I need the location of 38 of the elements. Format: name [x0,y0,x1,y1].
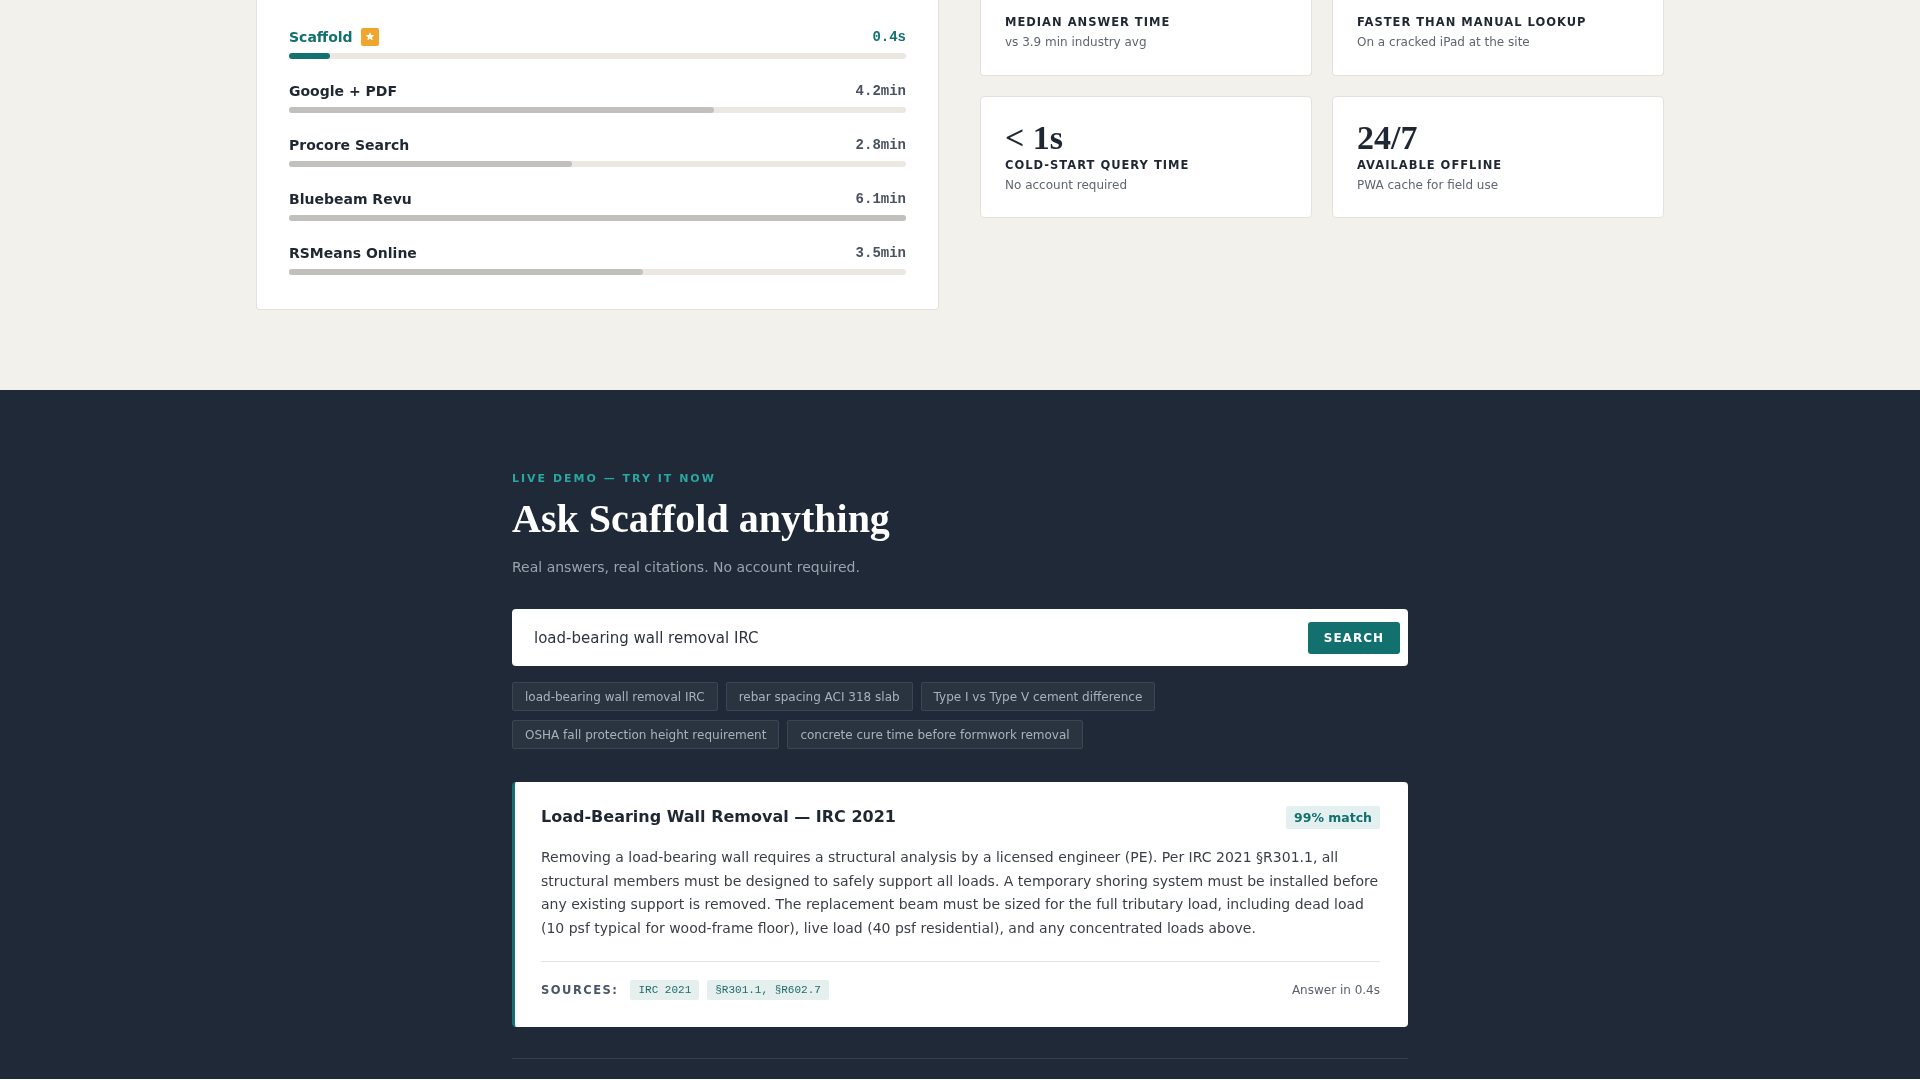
tool-name: Google + PDF [289,82,397,101]
source-tag: §R301.1, §R602.7 [707,980,829,1001]
stat-note: On a cracked iPad at the site [1357,34,1531,50]
section-title: Ask Scaffold anything [512,496,891,542]
stat-value: < 1s [1005,119,1065,157]
answer-timing: Answer in 0.4s [1291,983,1380,998]
tool-name: Procore Search [289,136,410,155]
suggestion-chip[interactable]: load-bearing wall removal IRC [512,682,718,711]
suggestion-chip[interactable]: rebar spacing ACI 318 slab [725,682,913,711]
match-badge: 99% match [1286,806,1380,829]
section-subtitle: Real answers, real citations. No account required. [512,558,861,577]
time-value: 2.8min [855,137,906,153]
suggestion-chip[interactable]: Type I vs Type V cement difference [920,682,1156,711]
answer-title: Load-Bearing Wall Removal — IRC 2021 [541,806,896,828]
time-value: 6.1min [855,191,906,207]
stat-label: COLD-START QUERY TIME [1005,157,1191,173]
search-button[interactable]: SEARCH [1307,621,1400,654]
stat-value: 24/7 [1357,119,1419,157]
source-tag: IRC 2021 [630,980,700,1001]
stat-note: No account required [1005,177,1129,193]
tool-name: Bluebeam Revu [289,190,412,209]
suggestion-chip[interactable]: OSHA fall protection height requirement [512,720,780,749]
sources-label: SOURCES: [541,983,619,998]
stat-note: PWA cache for field use [1357,177,1500,193]
stat-label: FASTER THAN MANUAL LOOKUP [1357,14,1588,30]
stat-label: MEDIAN ANSWER TIME [1005,14,1172,30]
search-field[interactable]: load-bearing wall removal IRC SEARCH [512,609,1408,666]
suggestion-chip[interactable]: concrete cure time before formwork removal [787,720,1083,749]
time-value: 3.5min [855,245,906,261]
stat-note: vs 3.9 min industry avg [1005,34,1148,50]
star-badge-icon [360,28,379,46]
tool-name: Scaffold [289,28,353,47]
answer-text: Removing a load-bearing wall requires a structural analysis by a licensed engineer (PE). Per IRC 2021 §R301.1, all structural members must be designed to safely support all loads. A temporary shoring system must be installed before any existing support is removed. The replacement beam must be sized for the full tributary load, including dead load (10 psf typical for wood-frame floor), live load (40 psf residential), and any concentrated loads above. [541,848,1380,938]
time-value: 4.2min [855,83,906,99]
time-value: 0.4s [872,29,906,45]
section-eyebrow: LIVE DEMO — TRY IT NOW [512,472,717,486]
stat-label: AVAILABLE OFFLINE [1357,157,1504,173]
tool-name: RSMeans Online [289,244,417,263]
